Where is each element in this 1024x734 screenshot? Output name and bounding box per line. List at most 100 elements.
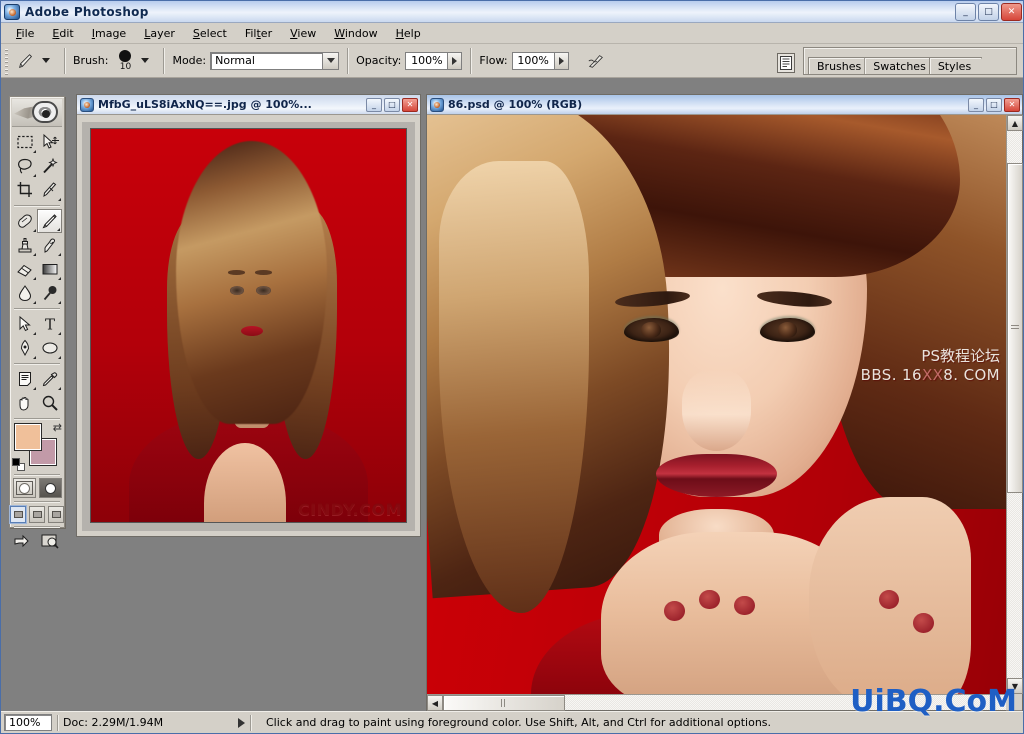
- quick-mask-mode-button[interactable]: [38, 478, 62, 498]
- tool-preset-dropdown-arrow[interactable]: [42, 58, 50, 63]
- healing-brush-tool-button[interactable]: [12, 209, 37, 233]
- app-close-button[interactable]: ✕: [1001, 2, 1022, 21]
- shape-tool-button[interactable]: [37, 336, 62, 360]
- stamp-flyout-arrow[interactable]: [33, 253, 36, 256]
- history-brush-flyout-arrow[interactable]: [58, 253, 61, 256]
- blur-flyout-arrow[interactable]: [33, 301, 36, 304]
- document-close-button-painting[interactable]: ✕: [1004, 97, 1020, 112]
- pen-flyout-arrow[interactable]: [33, 356, 36, 359]
- palette-tab-brushes[interactable]: Brushes: [808, 57, 872, 74]
- document-window-painting[interactable]: 86.psd @ 100% (RGB) _ □ ✕ PS教程论坛 BBS. 16…: [426, 94, 1023, 711]
- clone-stamp-tool-button[interactable]: [12, 233, 37, 257]
- status-menu-arrow[interactable]: [238, 717, 245, 728]
- healing-flyout-arrow[interactable]: [33, 229, 36, 232]
- full-screen-mode-button[interactable]: [48, 506, 64, 523]
- airbrush-icon[interactable]: [583, 49, 609, 73]
- marquee-tool-button[interactable]: [12, 130, 37, 154]
- standard-screen-mode-button[interactable]: [10, 506, 26, 523]
- eraser-tool-button[interactable]: [12, 257, 37, 281]
- scroll-left-arrow[interactable]: ◀: [427, 695, 443, 711]
- notes-tool-button[interactable]: [12, 367, 37, 391]
- standard-mode-button[interactable]: [12, 478, 36, 498]
- blur-tool-button[interactable]: [12, 281, 37, 305]
- document-title-bar-painting[interactable]: 86.psd @ 100% (RGB) _ □ ✕: [427, 95, 1022, 115]
- slice-tool-button[interactable]: [37, 178, 62, 202]
- dodge-tool-button[interactable]: [37, 281, 62, 305]
- document-window-photo[interactable]: MfbG_uLS8iAxNQ==.jpg @ 100%... _ □ ✕ CIN…: [76, 94, 421, 537]
- gradient-flyout-arrow[interactable]: [58, 277, 61, 280]
- zoom-tool-button[interactable]: [37, 391, 62, 415]
- document-canvas-photo[interactable]: CINDY.COM: [82, 122, 415, 531]
- app-minimize-button[interactable]: _: [955, 2, 976, 21]
- slice-flyout-arrow[interactable]: [58, 198, 61, 201]
- document-minimize-button-photo[interactable]: _: [366, 97, 382, 112]
- document-title-bar-photo[interactable]: MfbG_uLS8iAxNQ==.jpg @ 100%... _ □ ✕: [77, 95, 420, 115]
- path-selection-flyout-arrow[interactable]: [33, 332, 36, 335]
- blend-mode-dropdown-arrow[interactable]: [322, 51, 340, 70]
- menu-window[interactable]: Window: [325, 25, 386, 42]
- zoom-level-input[interactable]: 100%: [4, 714, 52, 731]
- options-bar-grip[interactable]: [3, 46, 10, 75]
- foreground-color-swatch[interactable]: [14, 423, 42, 451]
- menu-filter[interactable]: Filter: [236, 25, 281, 42]
- shape-flyout-arrow[interactable]: [58, 356, 61, 359]
- lasso-tool-button[interactable]: [12, 154, 37, 178]
- document-canvas-painting[interactable]: PS教程论坛 BBS. 16XX8. COM: [427, 115, 1006, 694]
- type-flyout-arrow[interactable]: [58, 332, 61, 335]
- path-selection-tool-button[interactable]: [12, 312, 37, 336]
- canvas-vertical-scrollbar[interactable]: ▲ ▼: [1006, 115, 1023, 694]
- menu-file[interactable]: File: [7, 25, 43, 42]
- pen-tool-button[interactable]: [12, 336, 37, 360]
- swap-colors-icon[interactable]: ⇄: [53, 421, 62, 434]
- menu-select[interactable]: Select: [184, 25, 236, 42]
- options-separator-3: [347, 47, 349, 74]
- flow-input[interactable]: 100%: [511, 51, 554, 70]
- opacity-input[interactable]: 100%: [405, 51, 448, 70]
- lasso-flyout-arrow[interactable]: [33, 174, 36, 177]
- eyedropper-flyout-arrow[interactable]: [58, 387, 61, 390]
- magic-wand-tool-button[interactable]: [37, 154, 62, 178]
- hand-tool-button[interactable]: [12, 391, 37, 415]
- scroll-up-arrow[interactable]: ▲: [1007, 115, 1023, 131]
- move-tool-button[interactable]: [37, 130, 62, 154]
- full-screen-menubar-mode-button[interactable]: [29, 506, 45, 523]
- menu-view[interactable]: View: [281, 25, 325, 42]
- menu-edit[interactable]: Edit: [43, 25, 82, 42]
- palette-tab-swatches[interactable]: Swatches: [864, 57, 937, 74]
- flow-slider-arrow[interactable]: [553, 51, 569, 70]
- document-maximize-button-painting[interactable]: □: [986, 97, 1002, 112]
- document-size-info[interactable]: Doc: 2.29M/1.94M: [63, 716, 238, 729]
- opacity-slider-arrow[interactable]: [447, 51, 463, 70]
- document-maximize-button-photo[interactable]: □: [384, 97, 400, 112]
- type-tool-button[interactable]: T: [37, 312, 62, 336]
- menu-help[interactable]: Help: [387, 25, 430, 42]
- screen-mode-group: [10, 506, 64, 523]
- palette-tab-styles[interactable]: Styles: [929, 57, 982, 74]
- notes-flyout-arrow[interactable]: [33, 387, 36, 390]
- horizontal-scroll-thumb[interactable]: [443, 695, 565, 711]
- menu-image[interactable]: Image: [83, 25, 135, 42]
- jump-to-imageready-button[interactable]: [13, 532, 35, 550]
- eyedropper-tool-button[interactable]: [37, 367, 62, 391]
- history-brush-tool-button[interactable]: [37, 233, 62, 257]
- vertical-scroll-thumb[interactable]: [1007, 163, 1023, 493]
- brush-flyout-arrow[interactable]: [57, 228, 60, 231]
- brush-picker-dropdown-arrow[interactable]: [141, 58, 150, 63]
- dodge-flyout-arrow[interactable]: [58, 301, 61, 304]
- brush-tool-button[interactable]: [37, 209, 62, 233]
- gradient-tool-button[interactable]: [37, 257, 62, 281]
- document-close-button-photo[interactable]: ✕: [402, 97, 418, 112]
- blend-mode-select[interactable]: Normal: [210, 51, 323, 70]
- toolbox-banner[interactable]: [12, 99, 62, 127]
- crop-tool-button[interactable]: [12, 178, 37, 202]
- default-colors-icon[interactable]: [12, 458, 25, 471]
- document-minimize-button-painting[interactable]: _: [968, 97, 984, 112]
- app-maximize-button[interactable]: □: [978, 2, 999, 21]
- palette-well-icon[interactable]: [777, 53, 795, 73]
- eraser-flyout-arrow[interactable]: [33, 277, 36, 280]
- menu-layer[interactable]: Layer: [135, 25, 184, 42]
- brush-tool-icon[interactable]: [13, 49, 39, 73]
- marquee-flyout-arrow[interactable]: [33, 150, 36, 153]
- brush-preview[interactable]: 10: [112, 49, 138, 72]
- jump-to-preview-button[interactable]: [39, 532, 61, 550]
